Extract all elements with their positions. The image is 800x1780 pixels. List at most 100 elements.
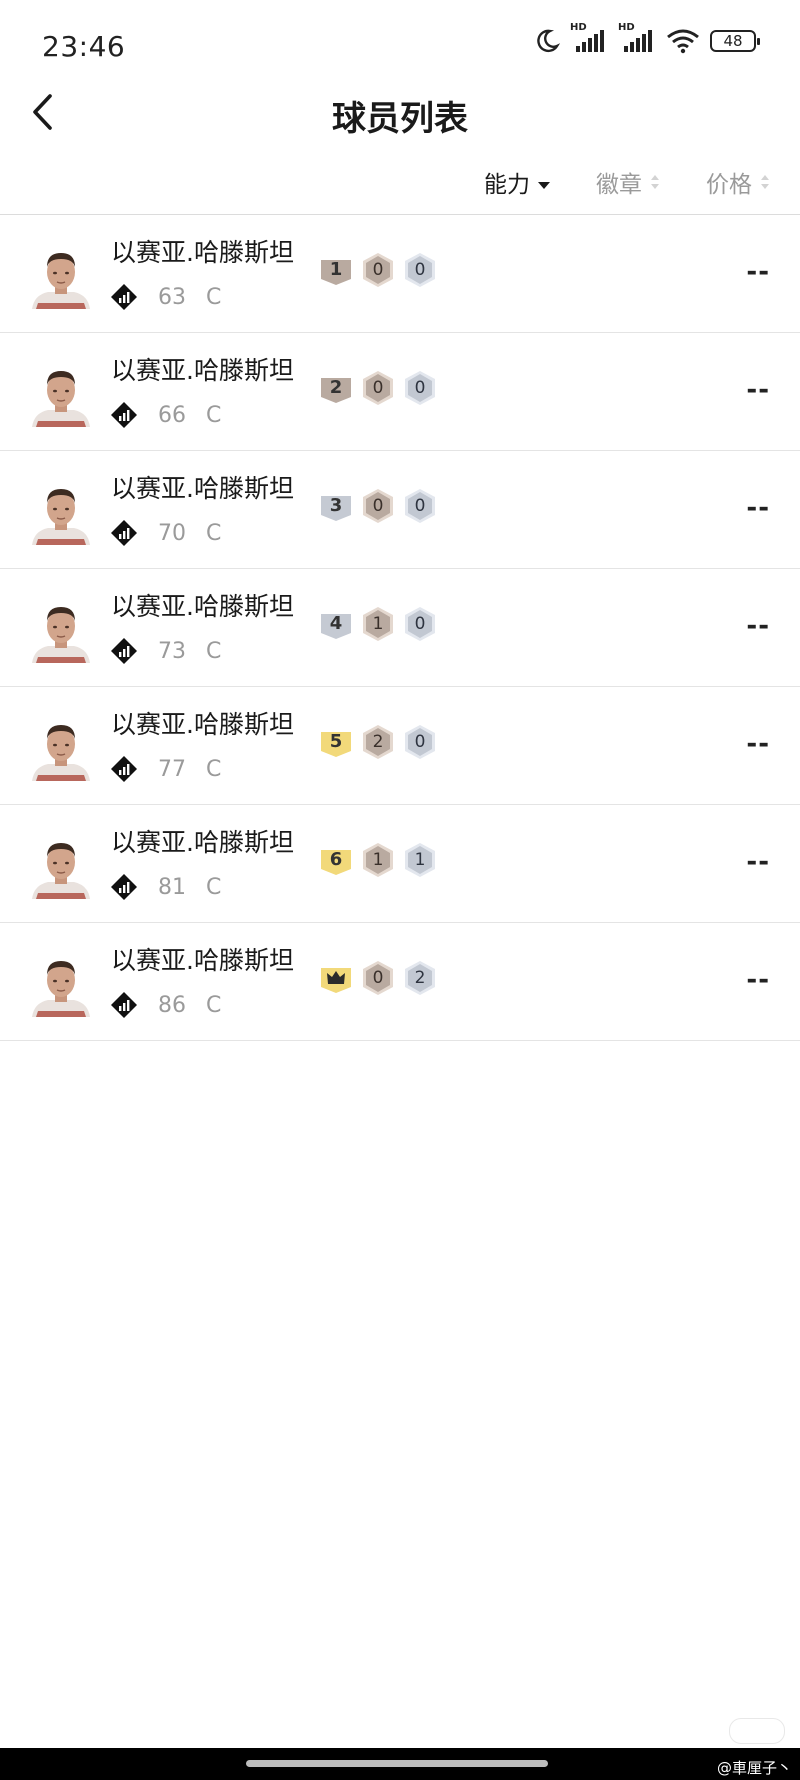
bronze-badge: 0 [360, 488, 396, 524]
player-name: 以赛亚.哈滕斯坦 [111, 238, 294, 267]
moon-icon [537, 29, 560, 53]
bronze-badge: 1 [360, 606, 396, 642]
position-icon [111, 520, 137, 546]
silver-badge-count: 0 [414, 260, 426, 280]
player-price: -- [746, 611, 770, 641]
player-position: C [206, 403, 222, 428]
sort-badges[interactable]: 徽章 [596, 165, 662, 199]
player-rating: 77 [158, 757, 186, 782]
player-row-2[interactable]: 以赛亚.哈滕斯坦 66 C 2 0 0 -- [0, 333, 800, 451]
position-icon [111, 992, 137, 1018]
player-price: -- [746, 965, 770, 995]
cellular-signal-1-icon: HD [570, 22, 608, 54]
sort-badges-label: 徽章 [596, 172, 642, 198]
badge-group: 5 2 0 [318, 724, 438, 760]
bronze-badge-count: 0 [372, 260, 384, 280]
player-position: C [206, 993, 222, 1018]
sort-both-icon [651, 175, 659, 189]
silver-badge-count: 2 [414, 968, 426, 988]
sort-price-label: 价格 [706, 172, 752, 198]
sort-price[interactable]: 价格 [706, 165, 772, 199]
badge-group: 3 0 0 [318, 488, 438, 524]
page-title: 球员列表 [332, 99, 468, 139]
player-price: -- [746, 375, 770, 405]
player-price: -- [746, 257, 770, 287]
player-avatar [32, 371, 90, 427]
badge-group: 2 0 0 [318, 370, 438, 406]
player-rating: 86 [158, 993, 186, 1018]
silver-badge: 0 [402, 370, 438, 406]
badge-group: 1 0 0 [318, 252, 438, 288]
cellular-signal-2-icon: HD [618, 22, 656, 54]
player-rating: 70 [158, 521, 186, 546]
sort-ability[interactable]: 能力 [484, 165, 552, 199]
position-icon [111, 638, 137, 664]
player-avatar [32, 961, 90, 1017]
sort-both-icon [761, 175, 769, 189]
badge-group: 4 1 0 [318, 606, 438, 642]
level-badge: 2 [318, 370, 354, 406]
bronze-badge: 0 [360, 370, 396, 406]
silver-badge: 2 [402, 960, 438, 996]
player-avatar [32, 725, 90, 781]
silver-badge-count: 0 [414, 614, 426, 634]
level-badge: 6 [318, 842, 354, 878]
level-badge-value: 4 [329, 613, 343, 634]
level-badge-value: 1 [329, 259, 343, 280]
level-badge: 4 [318, 606, 354, 642]
player-rating: 81 [158, 875, 186, 900]
player-name: 以赛亚.哈滕斯坦 [111, 710, 294, 739]
position-icon [111, 284, 137, 310]
level-badge-value: 5 [329, 731, 343, 752]
status-time: 23:46 [42, 30, 126, 63]
silver-badge: 1 [402, 842, 438, 878]
player-row-3[interactable]: 以赛亚.哈滕斯坦 70 C 3 0 0 -- [0, 451, 800, 569]
silver-badge-count: 0 [414, 496, 426, 516]
silver-badge: 0 [402, 606, 438, 642]
position-icon [111, 402, 137, 428]
level-badge-value: 3 [329, 495, 343, 516]
player-avatar [32, 489, 90, 545]
player-row-4[interactable]: 以赛亚.哈滕斯坦 73 C 4 1 0 -- [0, 569, 800, 687]
silver-badge-count: 0 [414, 732, 426, 752]
player-price: -- [746, 729, 770, 759]
player-name: 以赛亚.哈滕斯坦 [111, 356, 294, 385]
level-badge [318, 960, 354, 996]
level-badge: 3 [318, 488, 354, 524]
player-rating: 66 [158, 403, 186, 428]
player-row-6[interactable]: 以赛亚.哈滕斯坦 81 C 6 1 1 -- [0, 805, 800, 923]
player-row-5[interactable]: 以赛亚.哈滕斯坦 77 C 5 2 0 -- [0, 687, 800, 805]
status-bar: 23:46 HD HD 48 [0, 0, 800, 95]
player-row-1[interactable]: 以赛亚.哈滕斯坦 63 C 1 0 0 -- [0, 215, 800, 333]
bronze-badge-count: 1 [372, 614, 384, 634]
bronze-badge: 2 [360, 724, 396, 760]
position-icon [111, 756, 137, 782]
watermark-text: @車厘子丶 [716, 1759, 792, 1777]
bronze-badge-count: 0 [372, 378, 384, 398]
player-price: -- [746, 493, 770, 523]
position-icon [111, 874, 137, 900]
bronze-badge: 0 [360, 252, 396, 288]
player-name: 以赛亚.哈滕斯坦 [111, 474, 294, 503]
player-avatar [32, 607, 90, 663]
bronze-badge-count: 1 [372, 850, 384, 870]
level-badge: 5 [318, 724, 354, 760]
player-avatar [32, 843, 90, 899]
silver-badge: 0 [402, 488, 438, 524]
sort-desc-icon [538, 182, 550, 189]
home-indicator[interactable] [246, 1760, 548, 1767]
bronze-badge-count: 0 [372, 968, 384, 988]
player-position: C [206, 875, 222, 900]
player-name: 以赛亚.哈滕斯坦 [111, 828, 294, 857]
wifi-icon [667, 29, 699, 54]
player-position: C [206, 285, 222, 310]
player-name: 以赛亚.哈滕斯坦 [111, 592, 294, 621]
silver-badge-count: 1 [414, 850, 426, 870]
silver-badge: 0 [402, 724, 438, 760]
bronze-badge: 0 [360, 960, 396, 996]
player-row-7[interactable]: 以赛亚.哈滕斯坦 86 C 0 2 -- [0, 923, 800, 1041]
silver-badge: 0 [402, 252, 438, 288]
badge-group: 6 1 1 [318, 842, 438, 878]
player-price: -- [746, 847, 770, 877]
level-badge-value: 2 [329, 377, 343, 398]
